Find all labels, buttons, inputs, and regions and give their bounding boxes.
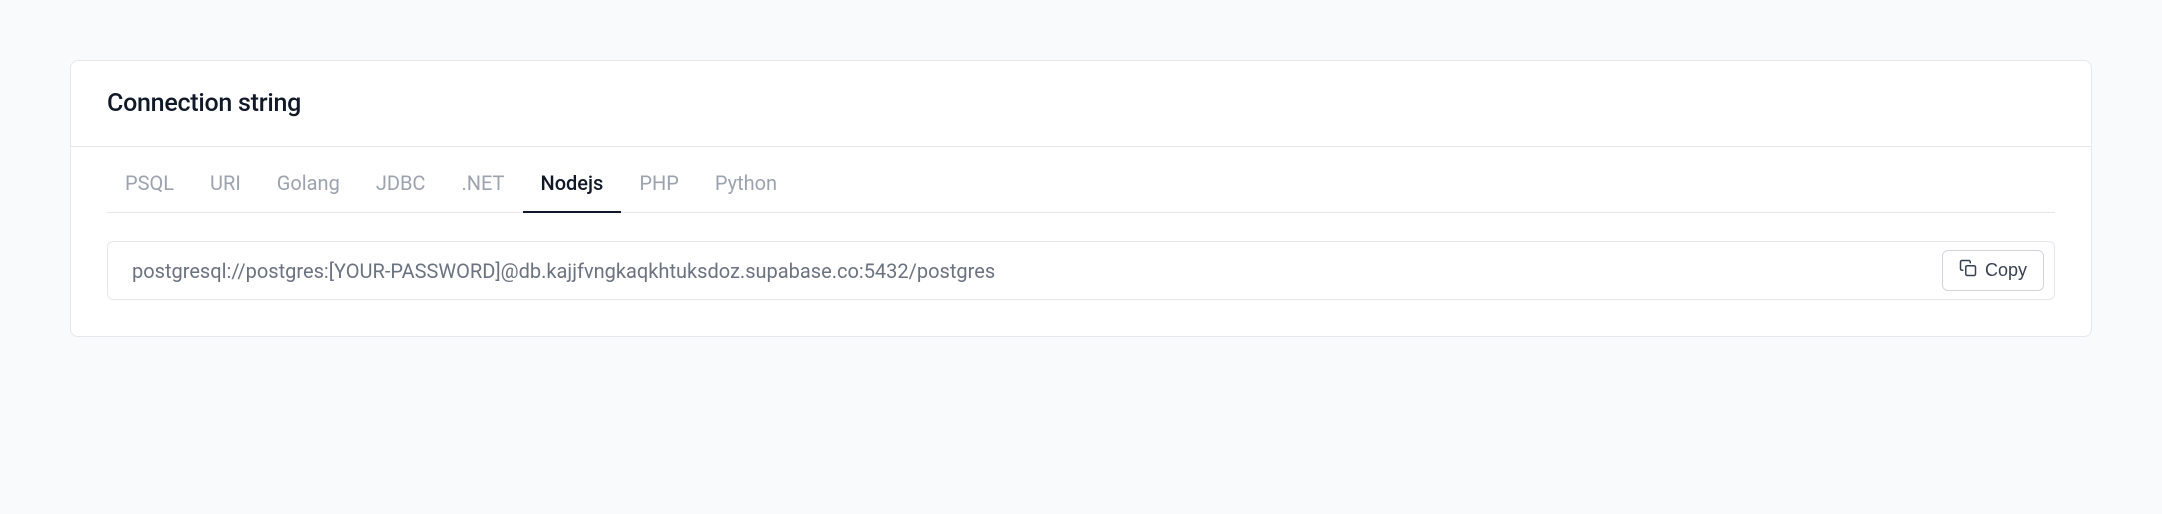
tab-jdbc[interactable]: JDBC bbox=[358, 147, 444, 213]
tab-uri[interactable]: URI bbox=[192, 147, 259, 213]
tab-nodejs[interactable]: Nodejs bbox=[523, 147, 622, 213]
connection-card: Connection string PSQL URI Golang JDBC .… bbox=[70, 60, 2092, 337]
tab-python[interactable]: Python bbox=[697, 147, 795, 213]
tab-php[interactable]: PHP bbox=[621, 147, 697, 213]
connection-string-row: postgresql://postgres:[YOUR-PASSWORD]@db… bbox=[107, 241, 2055, 300]
tab-dotnet[interactable]: .NET bbox=[443, 147, 522, 213]
language-tabs: PSQL URI Golang JDBC .NET Nodejs PHP Pyt… bbox=[107, 147, 2055, 213]
connection-string-value[interactable]: postgresql://postgres:[YOUR-PASSWORD]@db… bbox=[132, 259, 995, 283]
copy-label: Copy bbox=[1985, 260, 2027, 281]
tab-psql[interactable]: PSQL bbox=[107, 147, 192, 213]
card-body: PSQL URI Golang JDBC .NET Nodejs PHP Pyt… bbox=[71, 147, 2091, 336]
card-header: Connection string bbox=[71, 61, 2091, 147]
copy-icon bbox=[1959, 259, 1977, 282]
section-title: Connection string bbox=[107, 89, 2055, 118]
copy-button[interactable]: Copy bbox=[1942, 250, 2044, 291]
tab-golang[interactable]: Golang bbox=[259, 147, 358, 213]
